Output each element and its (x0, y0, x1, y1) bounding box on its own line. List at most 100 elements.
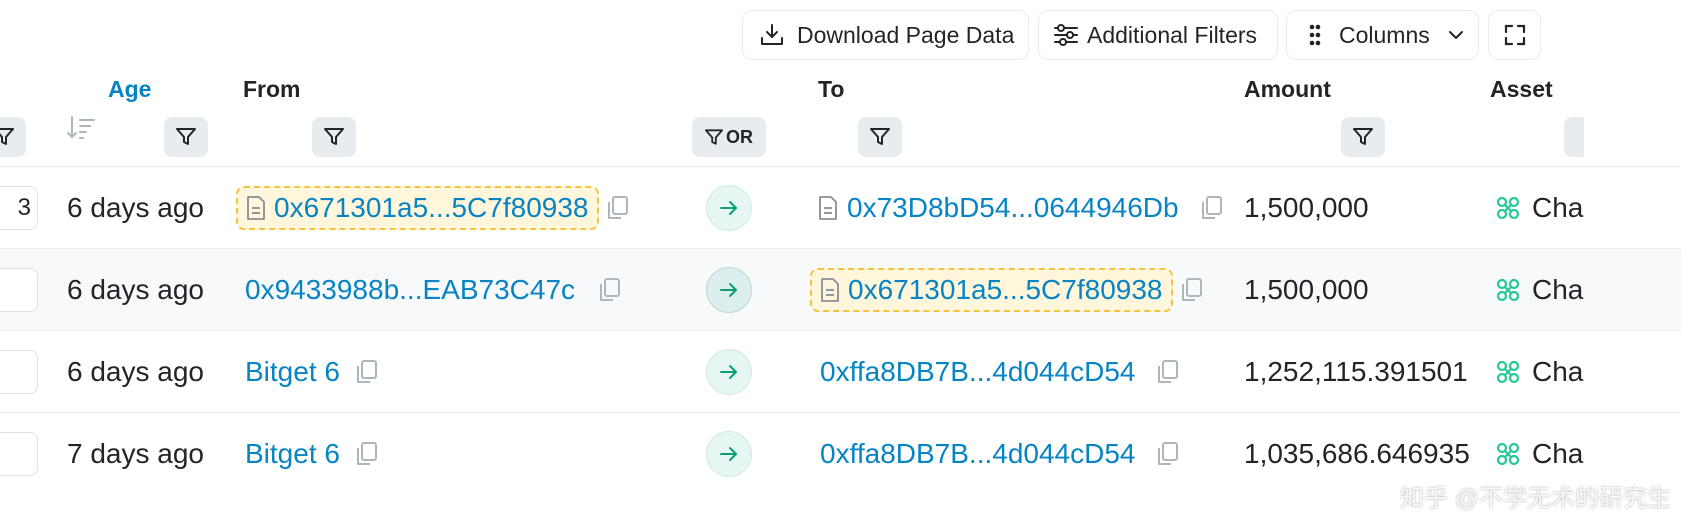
from-header-label: From (243, 75, 301, 102)
copy-icon[interactable] (605, 195, 629, 221)
column-header-asset: Asset (1490, 0, 1553, 178)
direction-cell (706, 249, 752, 331)
asset-filter-button-partial[interactable] (1564, 117, 1584, 157)
asset-cell[interactable]: Cha (1496, 331, 1583, 413)
asset-name: Cha (1532, 192, 1584, 223)
asset-header-label: Asset (1490, 75, 1553, 102)
asset-name: Cha (1532, 356, 1584, 387)
to-address-link[interactable]: 0x671301a5...5C7f80938 (848, 274, 1163, 306)
filter-button-partial[interactable] (0, 117, 26, 157)
copy-icon[interactable] (597, 277, 621, 303)
asset-name: Cha (1532, 438, 1584, 469)
chainlink-icon (1496, 278, 1520, 302)
amount-cell: 1,252,115.391501 (1244, 356, 1468, 387)
amount-filter-button[interactable] (1341, 117, 1385, 157)
table-row: 3 6 days ago 0x671301a5...5C7f80938 0x73… (0, 167, 1681, 249)
amount-header-label: Amount (1244, 75, 1331, 102)
from-cell: 0x9433988b...EAB73C47c (245, 249, 621, 331)
contract-document-icon (819, 196, 837, 220)
amount-cell: 1,500,000 (1244, 274, 1369, 305)
funnel-icon (176, 128, 196, 145)
to-address-link[interactable]: 0xffa8DB7B...4d044cD54 (820, 438, 1135, 470)
contract-document-icon (247, 196, 265, 220)
age-filter-button[interactable] (164, 117, 208, 157)
columns-label: Columns (1339, 21, 1430, 48)
highlighted-address[interactable]: 0x671301a5...5C7f80938 (236, 186, 599, 230)
row-left-field[interactable]: 3 (0, 186, 38, 230)
to-cell: 0x73D8bD54...0644946Db (818, 167, 1223, 249)
row-left-field[interactable] (0, 268, 38, 312)
amount-cell: 1,500,000 (1244, 192, 1369, 223)
arrow-right-icon (720, 365, 737, 379)
to-cell: 0xffa8DB7B...4d044cD54 (820, 413, 1179, 495)
copy-icon[interactable] (354, 359, 378, 385)
to-cell: 0xffa8DB7B...4d044cD54 (820, 331, 1179, 413)
from-filter-button[interactable] (312, 117, 356, 157)
to-filter-button[interactable] (858, 117, 902, 157)
chainlink-icon (1496, 196, 1520, 220)
funnel-icon (324, 128, 344, 145)
chainlink-icon (1496, 360, 1520, 384)
age-header-label: Age (108, 75, 152, 102)
copy-icon[interactable] (1155, 359, 1179, 385)
sliders-icon (1054, 24, 1078, 46)
asset-cell[interactable]: Cha (1496, 249, 1583, 331)
contract-document-icon (821, 278, 839, 302)
transfer-arrow (706, 267, 752, 313)
age-cell: 7 days ago (67, 438, 204, 469)
asset-cell[interactable]: Cha (1496, 167, 1583, 249)
column-header-age[interactable]: Age (108, 0, 151, 178)
to-header-label: To (818, 75, 845, 102)
arrow-right-icon (720, 201, 737, 215)
from-address-link[interactable]: Bitget 6 (245, 438, 340, 470)
funnel-icon (705, 128, 723, 145)
arrow-right-icon (720, 283, 737, 297)
column-header-to: To (818, 0, 844, 178)
additional-filters-label: Additional Filters (1087, 21, 1258, 48)
age-cell: 6 days ago (67, 192, 204, 223)
table-row: 6 days ago Bitget 6 0xffa8DB7B...4d044cD… (0, 331, 1681, 413)
column-header-amount: Amount (1244, 0, 1331, 178)
row-left-field[interactable] (0, 432, 38, 476)
asset-name: Cha (1532, 274, 1584, 305)
from-cell: Bitget 6 (245, 413, 378, 495)
or-label: OR (726, 126, 753, 147)
or-filter-button[interactable]: OR (692, 117, 766, 157)
transfer-arrow (706, 349, 752, 395)
copy-icon[interactable] (1155, 441, 1179, 467)
row-left-field[interactable] (0, 350, 38, 394)
download-icon (761, 24, 783, 45)
from-address-link[interactable]: 0x9433988b...EAB73C47c (245, 274, 575, 306)
copy-icon[interactable] (354, 441, 378, 467)
copy-icon[interactable] (1179, 277, 1203, 303)
direction-cell (706, 167, 752, 249)
watermark-text: 知乎 @不学无术的研究生 (1400, 485, 1672, 512)
copy-icon[interactable] (1199, 195, 1223, 221)
to-address-link[interactable]: 0x73D8bD54...0644946Db (847, 192, 1179, 224)
watermark: 知乎 @不学无术的研究生 (1400, 478, 1671, 513)
to-cell: 0x671301a5...5C7f80938 (810, 249, 1203, 331)
from-address-link[interactable]: Bitget 6 (245, 356, 340, 388)
age-cell: 6 days ago (67, 274, 204, 305)
from-address-link[interactable]: 0x671301a5...5C7f80938 (274, 192, 589, 224)
funnel-icon (0, 128, 14, 145)
arrow-right-icon (720, 447, 737, 461)
highlighted-address[interactable]: 0x671301a5...5C7f80938 (810, 268, 1173, 312)
direction-cell (706, 413, 752, 495)
transfer-arrow (706, 431, 752, 477)
column-header-from: From (243, 0, 301, 178)
funnel-icon (1353, 128, 1373, 145)
age-cell: 6 days ago (67, 356, 204, 387)
funnel-icon (870, 128, 890, 145)
sort-descending-icon[interactable] (66, 115, 96, 141)
chainlink-icon (1496, 442, 1520, 466)
to-address-link[interactable]: 0xffa8DB7B...4d044cD54 (820, 356, 1135, 388)
additional-filters-button[interactable]: Additional Filters (1038, 10, 1278, 60)
transfer-arrow (706, 185, 752, 231)
direction-cell (706, 331, 752, 413)
download-page-data-button[interactable]: Download Page Data (742, 10, 1029, 60)
table-row: 6 days ago 0x9433988b...EAB73C47c 0x6713… (0, 249, 1681, 331)
chevron-down-icon (1448, 31, 1463, 39)
from-cell: Bitget 6 (245, 331, 378, 413)
from-cell: 0x671301a5...5C7f80938 (236, 167, 629, 249)
